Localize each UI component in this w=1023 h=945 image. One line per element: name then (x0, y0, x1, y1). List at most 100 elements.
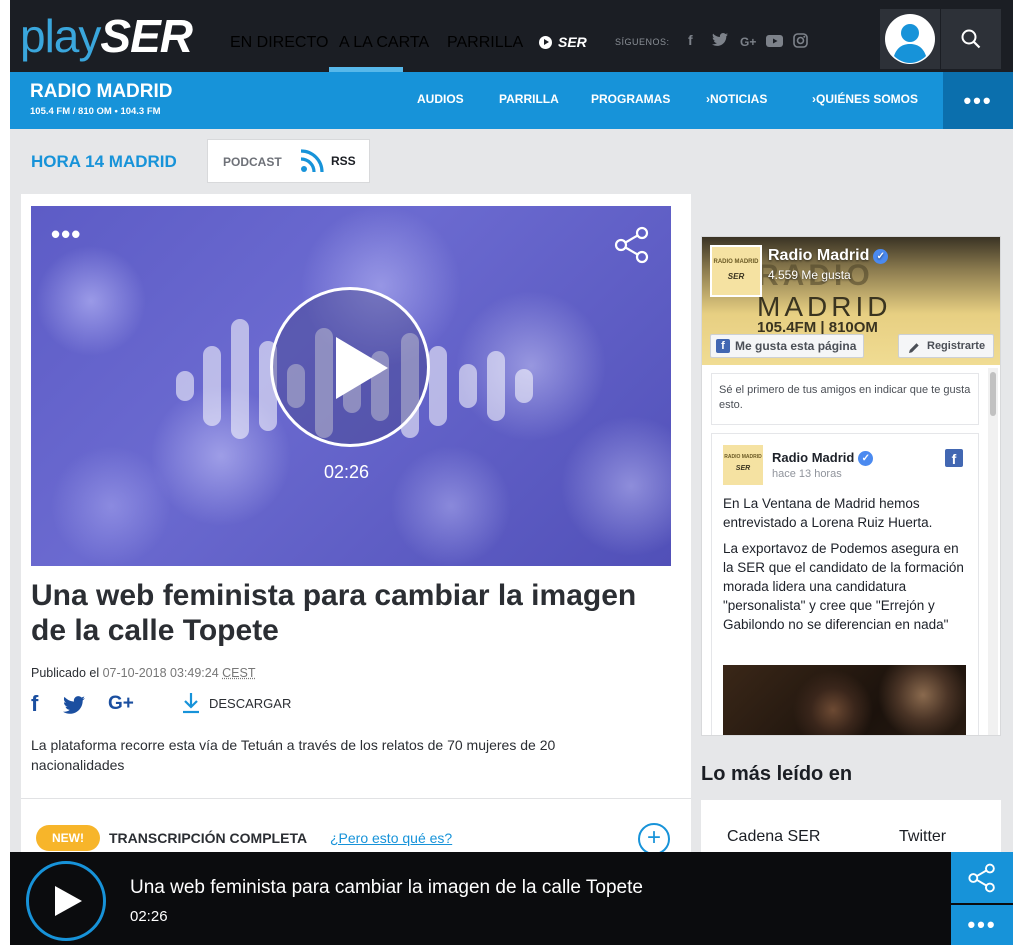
article-summary: La plataforma recorre esta vía de Tetuán… (31, 737, 556, 773)
published-date: 07-10-2018 03:49:24 (102, 666, 219, 680)
avatar-text-radio-madrid: RADIO MADRID (713, 259, 759, 265)
player-duration: 02:26 (324, 462, 370, 482)
expand-transcription-button[interactable]: + (638, 823, 670, 855)
divider (21, 798, 691, 799)
pencil-icon (908, 340, 920, 362)
share-icon[interactable] (613, 226, 651, 269)
nav-a-la-carta[interactable]: A LA CARTA (339, 34, 429, 52)
facebook-cover-image[interactable]: RADIO MADRID 105.4FM | 810OM RADIO MADRI… (702, 237, 1000, 365)
facebook-post: RADIO MADRID SER Radio Madrid ✓ hace 13 h… (711, 433, 979, 735)
bottom-player-time: 02:26 (130, 908, 168, 925)
googleplus-icon[interactable]: G+ (740, 35, 756, 49)
bottom-more-button[interactable]: ••• (951, 905, 1013, 945)
post-paragraph-2: La exportavoz de Podemos asegura en la S… (723, 541, 964, 632)
ser-link-label: SER (558, 34, 587, 50)
widget-scrollbar[interactable] (988, 368, 998, 735)
tab-twitter[interactable]: Twitter (899, 828, 946, 846)
twitter-icon[interactable] (712, 33, 728, 49)
search-icon (961, 29, 981, 49)
post-avatar-ser: SER (735, 465, 751, 472)
download-link[interactable]: DESCARGAR (209, 696, 291, 711)
user-avatar-icon (885, 14, 935, 64)
nav-parrilla[interactable]: PARRILLA (447, 34, 523, 52)
player-options-icon[interactable]: ••• (51, 221, 81, 247)
bottom-play-icon (55, 886, 82, 916)
station-nav-noticias[interactable]: ›NOTICIAS (706, 92, 767, 106)
play-icon (336, 337, 388, 399)
facebook-page-widget: RADIO MADRID 105.4FM | 810OM RADIO MADRI… (701, 236, 1001, 736)
youtube-icon[interactable] (766, 34, 783, 50)
facebook-page-avatar[interactable]: RADIO MADRID SER (710, 245, 762, 297)
share-twitter-icon[interactable] (63, 696, 85, 719)
bottom-share-button[interactable] (951, 852, 1013, 903)
post-author-avatar[interactable]: RADIO MADRID SER (723, 445, 763, 485)
more-dots-icon: ••• (963, 87, 993, 113)
article-headline: Una web feminista para cambiar la imagen… (31, 579, 637, 647)
user-account-button[interactable] (880, 9, 940, 69)
post-author-text: Radio Madrid (772, 450, 855, 465)
logo-play-text: play (20, 10, 101, 62)
download-icon[interactable] (181, 692, 201, 719)
station-nav-quienes-label: QUIÉNES SOMOS (816, 92, 919, 106)
share-facebook-icon[interactable]: f (31, 691, 38, 717)
station-nav-quienes-somos[interactable]: ›QUIÉNES SOMOS (812, 92, 918, 106)
station-name[interactable]: RADIO MADRID (30, 81, 173, 103)
station-nav-parrilla[interactable]: PARRILLA (499, 92, 559, 106)
page-name-text: Radio Madrid (768, 247, 870, 264)
podcast-label: PODCAST (223, 155, 282, 169)
post-author-name[interactable]: Radio Madrid ✓ (772, 450, 874, 466)
post-paragraph-1: En La Ventana de Madrid hemos entrevista… (723, 496, 933, 530)
siguenos-label: SÍGUENOS: (615, 37, 670, 47)
facebook-logo-icon[interactable]: f (945, 449, 963, 467)
transcription-label: TRANSCRIPCIÓN COMPLETA (109, 830, 308, 846)
more-menu-button[interactable]: ••• (943, 72, 1013, 129)
post-photo[interactable] (723, 665, 966, 735)
share-googleplus-icon[interactable]: G+ (108, 693, 134, 715)
transcription-info-link[interactable]: ¿Pero esto qué es? (330, 830, 452, 846)
publication-info: Publicado el 07-10-2018 03:49:24 CEST (31, 666, 256, 680)
new-badge: NEW! (36, 825, 100, 851)
podcast-box: PODCAST RSS (207, 139, 370, 183)
station-nav-noticias-label: NOTICIAS (710, 92, 768, 106)
published-label: Publicado el (31, 666, 100, 680)
nav-ser-link[interactable]: SER (539, 34, 587, 50)
program-title[interactable]: HORA 14 MADRID (31, 152, 177, 172)
search-button[interactable] (941, 9, 1001, 69)
verified-badge-icon: ✓ (873, 249, 889, 264)
most-read-tabs: Cadena SER Twitter (701, 800, 1001, 852)
post-avatar-text: RADIO MADRID (724, 454, 762, 460)
published-timezone: CEST (222, 666, 256, 680)
facebook-likes-count: 4.559 Me gusta (768, 268, 851, 282)
more-dots-icon: ••• (967, 912, 997, 937)
register-button[interactable]: Registrarte (898, 334, 994, 358)
register-label: Registrarte (927, 340, 986, 352)
bottom-player-title: Una web feminista para cambiar la imagen… (130, 877, 643, 898)
verified-badge-icon: ✓ (858, 451, 874, 466)
station-nav-audios[interactable]: AUDIOS (417, 92, 464, 106)
tab-cadena-ser[interactable]: Cadena SER (727, 828, 820, 846)
facebook-icon[interactable]: f (688, 32, 693, 48)
post-timestamp[interactable]: hace 13 horas (772, 468, 842, 480)
bottom-player-bar: Una web feminista para cambiar la imagen… (10, 852, 1013, 945)
most-read-title: Lo más leído en (701, 763, 853, 785)
play-circle-icon (539, 35, 552, 49)
rss-icon[interactable] (300, 149, 324, 178)
logo-ser-text: SER (100, 10, 193, 62)
facebook-f-icon: f (716, 339, 730, 353)
rss-link[interactable]: RSS (331, 154, 356, 168)
plus-icon: + (646, 824, 661, 851)
audio-player[interactable]: ••• 02:26 (31, 206, 671, 566)
scrollbar-thumb[interactable] (990, 372, 996, 416)
like-page-label: Me gusta esta página (735, 339, 857, 353)
nav-en-directo[interactable]: EN DIRECTO (230, 34, 328, 52)
station-nav-programas[interactable]: PROGRAMAS (591, 92, 670, 106)
friends-like-prompt: Sé el primero de tus amigos en indicar q… (711, 373, 979, 425)
playser-logo[interactable]: play SER (20, 9, 193, 63)
instagram-icon[interactable] (793, 33, 808, 51)
share-icon (968, 863, 995, 892)
facebook-page-name[interactable]: Radio Madrid ✓ (768, 247, 889, 265)
like-page-button[interactable]: f Me gusta esta página (710, 334, 864, 358)
station-bar: RADIO MADRID 105.4 FM / 810 OM • 104.3 F… (10, 72, 1013, 129)
station-frequency: 105.4 FM / 810 OM • 104.3 FM (30, 106, 161, 117)
avatar-text-ser: SER (727, 272, 745, 281)
